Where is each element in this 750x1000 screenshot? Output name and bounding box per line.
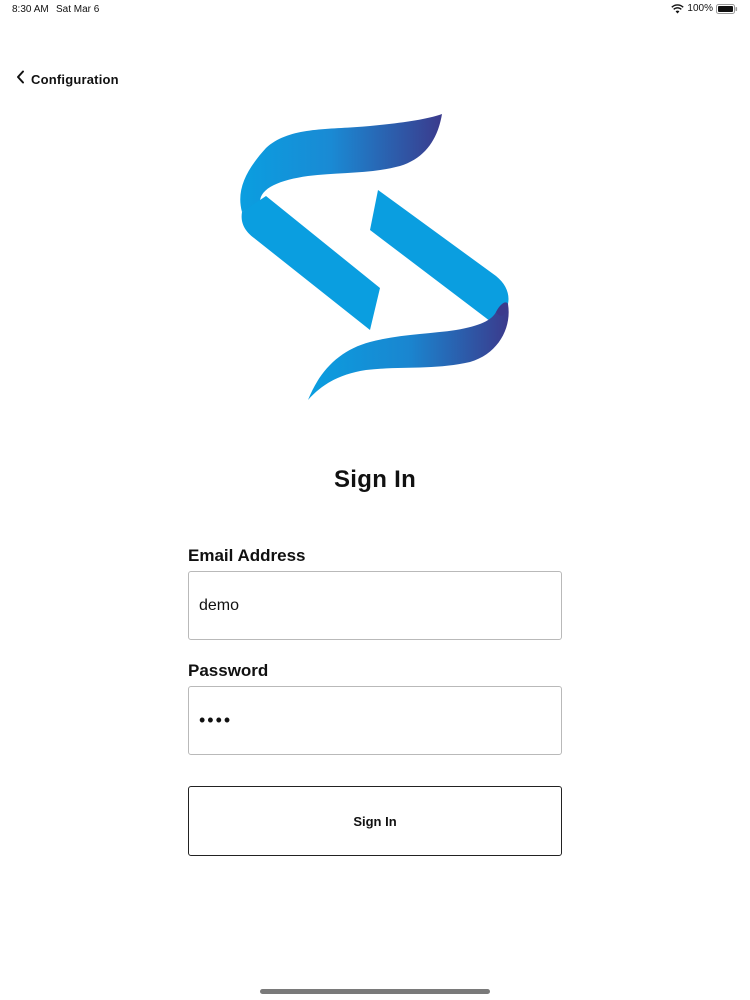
brand-s-logo-icon [240,114,509,400]
battery-percent: 100% [687,3,713,14]
status-date: Sat Mar 6 [56,4,100,15]
page-title: Sign In [333,466,417,493]
password-label: Password [188,661,269,680]
chevron-left-icon [16,70,25,89]
password-field[interactable] [188,686,562,755]
sign-in-button[interactable]: Sign In [188,786,562,856]
status-time: 8:30 AM [12,4,49,15]
status-indicators: 100% [671,3,738,14]
brand-logo [230,108,520,408]
email-label: Email Address [188,546,306,565]
login-screen: 8:30 AM Sat Mar 6 100% Configuration Sig… [0,0,750,1000]
battery-icon [716,3,738,14]
home-indicator[interactable] [260,989,490,994]
wifi-icon [671,3,685,14]
back-button[interactable]: Configuration [16,70,119,89]
email-field[interactable] [188,571,562,640]
back-label: Configuration [31,72,119,87]
